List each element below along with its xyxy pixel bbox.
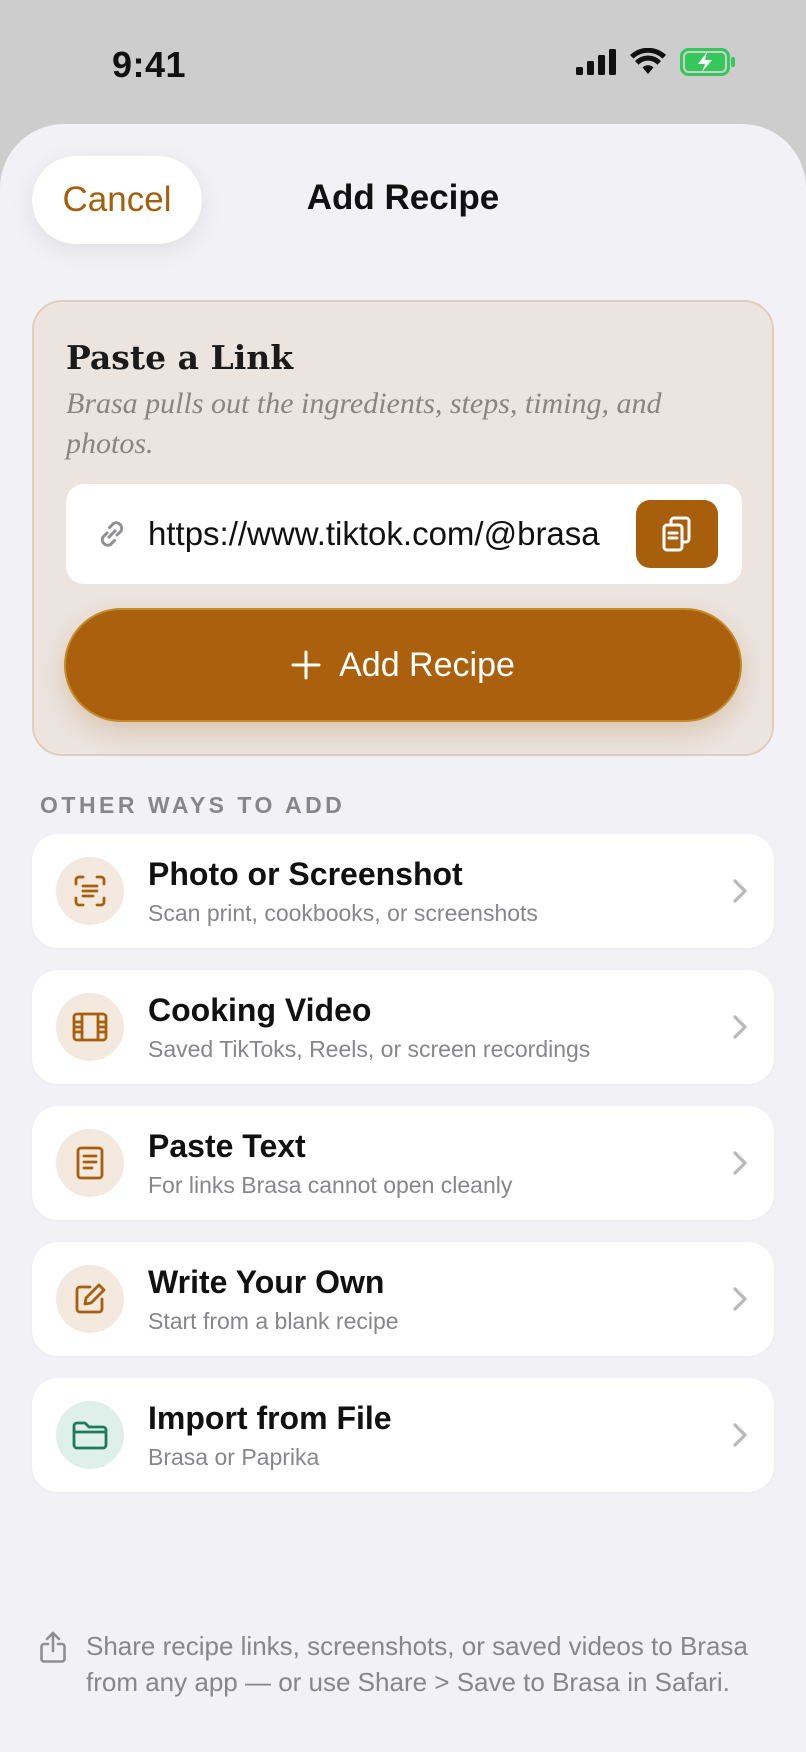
status-icons bbox=[576, 48, 736, 76]
option-title: Import from File bbox=[148, 1400, 392, 1436]
option-photo-or-screenshot[interactable]: Photo or Screenshot Scan print, cookbook… bbox=[32, 834, 774, 948]
wifi-icon bbox=[630, 48, 666, 74]
option-write-your-own[interactable]: Write Your Own Start from a blank recipe bbox=[32, 1242, 774, 1356]
option-paste-text[interactable]: Paste Text For links Brasa cannot open c… bbox=[32, 1106, 774, 1220]
compose-icon bbox=[75, 1283, 106, 1314]
sheet-title: Add Recipe bbox=[306, 178, 500, 217]
option-icon-bg bbox=[56, 1129, 124, 1197]
paste-link-subtitle: Brasa pulls out the ingredients, steps, … bbox=[66, 387, 662, 460]
chevron-right-icon bbox=[733, 879, 747, 903]
option-subtitle: Saved TikToks, Reels, or screen recordin… bbox=[148, 1036, 591, 1062]
option-import-from-file[interactable]: Import from File Brasa or Paprika bbox=[32, 1378, 774, 1492]
add-recipe-sheet: Cancel Add Recipe Paste a Link Brasa pul… bbox=[0, 124, 806, 1752]
chevron-right-icon bbox=[733, 1015, 747, 1039]
other-ways-header: OTHER WAYS TO ADD bbox=[40, 792, 346, 818]
option-subtitle: Start from a blank recipe bbox=[148, 1308, 399, 1334]
url-input[interactable] bbox=[146, 514, 616, 554]
battery-charging-icon bbox=[680, 48, 735, 76]
option-subtitle: Brasa or Paprika bbox=[148, 1444, 320, 1470]
share-hint: Share recipe links, screenshots, or save… bbox=[38, 1628, 758, 1700]
film-icon bbox=[72, 1012, 108, 1042]
option-icon-bg bbox=[56, 857, 124, 925]
option-icon-bg bbox=[56, 993, 124, 1061]
url-field bbox=[66, 484, 742, 584]
option-title: Write Your Own bbox=[148, 1264, 385, 1300]
chevron-right-icon bbox=[733, 1151, 747, 1175]
clipboard-icon bbox=[662, 516, 691, 552]
link-icon bbox=[92, 514, 132, 554]
option-subtitle: For links Brasa cannot open cleanly bbox=[148, 1172, 513, 1198]
paste-link-title: Paste a Link bbox=[66, 338, 294, 377]
chevron-right-icon bbox=[733, 1287, 747, 1311]
option-icon-bg bbox=[56, 1265, 124, 1333]
option-cooking-video[interactable]: Cooking Video Saved TikToks, Reels, or s… bbox=[32, 970, 774, 1084]
document-text-icon bbox=[76, 1146, 104, 1180]
chevron-right-icon bbox=[733, 1423, 747, 1447]
option-subtitle: Scan print, cookbooks, or screenshots bbox=[148, 900, 538, 926]
option-title: Cooking Video bbox=[148, 992, 372, 1028]
add-recipe-button-label: Add Recipe bbox=[339, 645, 515, 684]
option-title: Photo or Screenshot bbox=[148, 856, 463, 892]
cellular-signal-icon bbox=[576, 49, 616, 75]
paste-link-card: Paste a Link Brasa pulls out the ingredi… bbox=[32, 300, 774, 756]
option-title: Paste Text bbox=[148, 1128, 306, 1164]
scan-text-icon bbox=[74, 875, 106, 907]
add-recipe-button[interactable]: Add Recipe bbox=[64, 608, 742, 722]
option-icon-bg bbox=[56, 1401, 124, 1469]
status-bar: 9:41 bbox=[0, 0, 806, 124]
status-time: 9:41 bbox=[112, 44, 187, 85]
paste-clipboard-button[interactable] bbox=[636, 500, 718, 568]
folder-icon bbox=[72, 1421, 108, 1450]
share-hint-text: Share recipe links, screenshots, or save… bbox=[86, 1631, 748, 1697]
share-icon bbox=[40, 1631, 66, 1663]
plus-icon bbox=[291, 650, 321, 680]
